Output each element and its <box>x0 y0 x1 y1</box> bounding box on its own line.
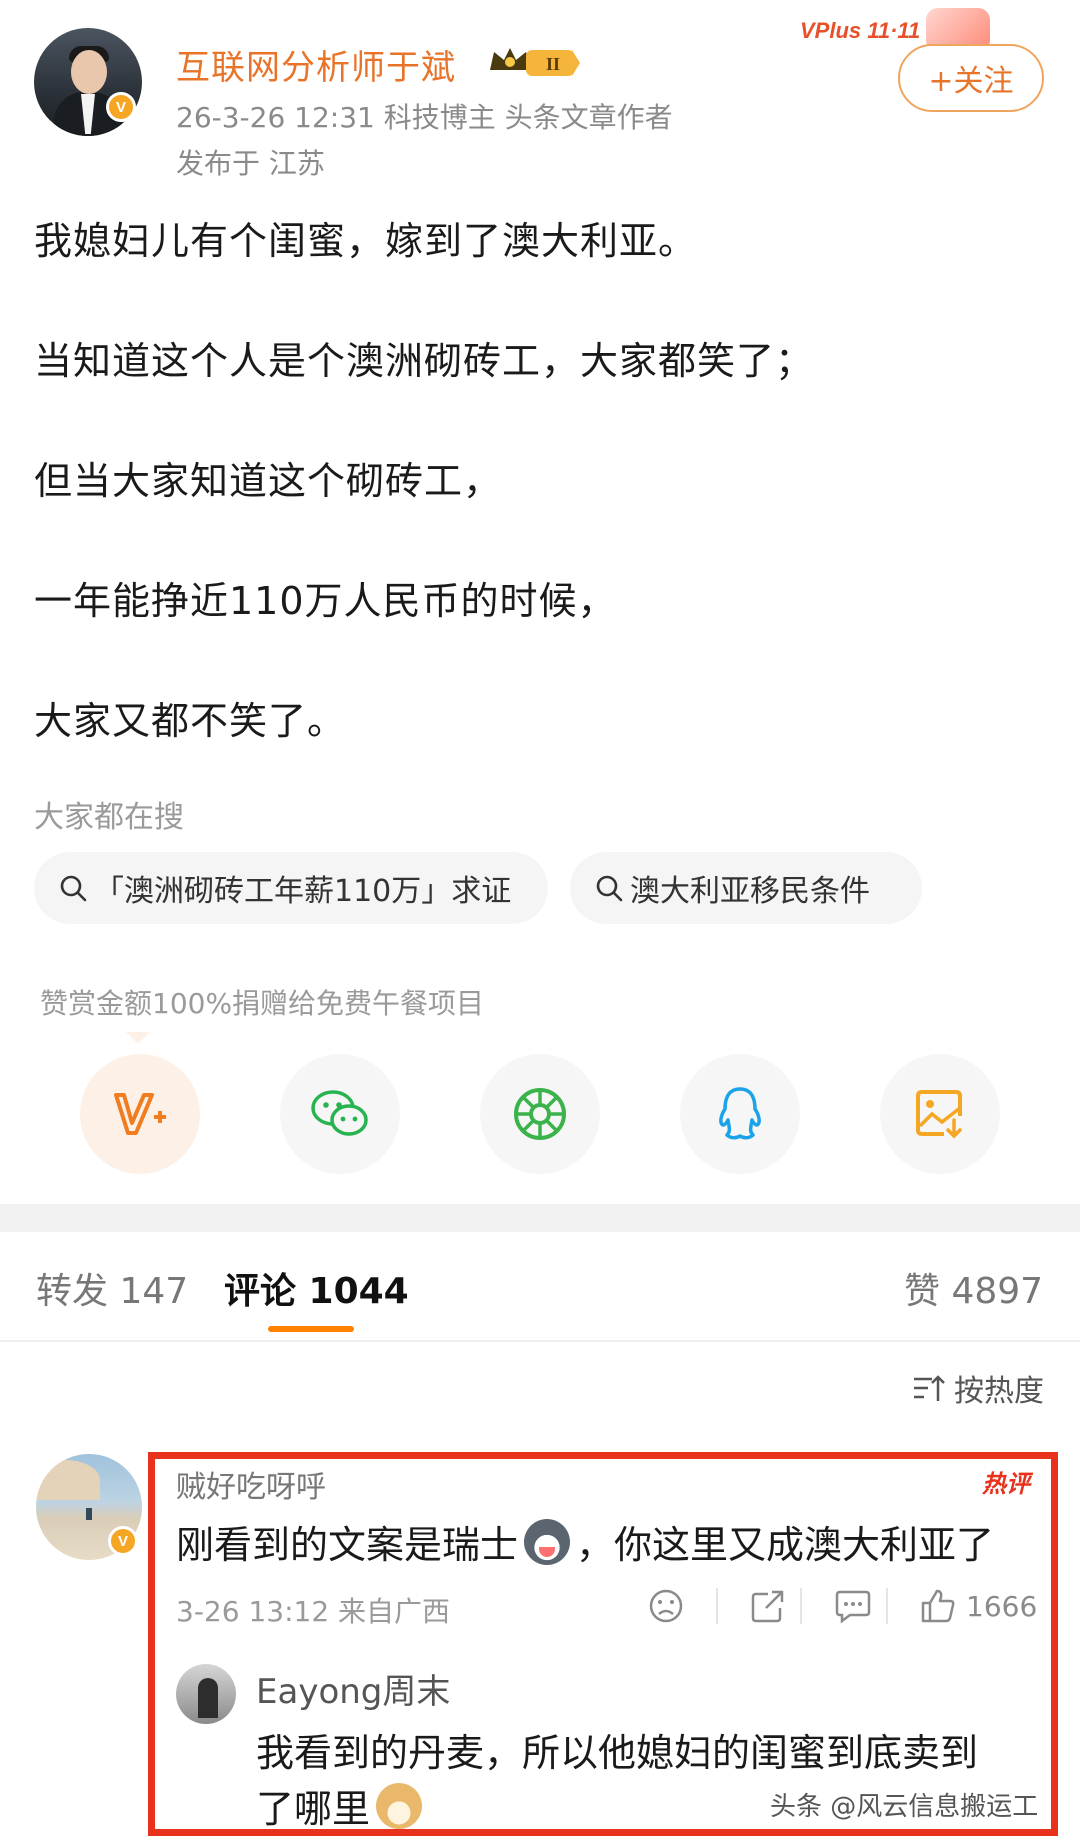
vip-plus-icon <box>114 1093 166 1135</box>
post-text-line: 大家又都不笑了。 <box>34 699 347 743</box>
verified-icon: V <box>108 1526 138 1556</box>
post-text-line: 当知道这个人是个澳洲砌砖工，大家都笑了； <box>34 339 815 383</box>
post-meta: 26-3-26 12:31 科技博主 头条文章作者 <box>176 101 673 134</box>
section-divider <box>0 1204 1080 1232</box>
verified-icon: V <box>106 92 136 122</box>
share-vip-button[interactable] <box>80 1054 200 1174</box>
sort-label: 按热度 <box>954 1374 1044 1409</box>
tab-likes[interactable]: 赞 4897 <box>904 1262 1043 1314</box>
follow-button[interactable]: +关注 <box>898 44 1044 112</box>
author-name[interactable]: 互联网分析师于斌 <box>176 40 456 89</box>
qq-icon <box>719 1087 761 1140</box>
post-text-line: 但当大家知道这个砌砖工， <box>34 459 503 503</box>
level-label: II <box>546 54 560 74</box>
post-text-line: 一年能挣近110万人民币的时候， <box>34 579 617 623</box>
share-qq-button[interactable] <box>680 1054 800 1174</box>
watermark: 头条 @风云信息搬运工 <box>770 1792 1039 1822</box>
tab-repost[interactable]: 转发 147 <box>36 1262 188 1314</box>
crown-level-icon: II <box>490 48 580 76</box>
hot-search-item[interactable]: 澳大利亚移民条件 <box>570 852 922 924</box>
search-icon <box>596 875 623 902</box>
save-image-icon <box>916 1090 962 1139</box>
post-text-line: 我媳妇儿有个闺蜜，嫁到了澳大利亚。 <box>34 219 698 263</box>
post-location: 发布于 江苏 <box>176 147 325 180</box>
moments-icon <box>514 1088 566 1140</box>
tab-divider <box>0 1340 1080 1342</box>
reward-note: 赞赏金额100%捐赠给免费午餐项目 <box>40 987 485 1020</box>
share-save-image-button[interactable] <box>880 1054 1000 1174</box>
sort-icon <box>914 1375 945 1401</box>
vplus-label: VPlus 11·11 <box>800 18 921 43</box>
tab-comments[interactable]: 评论 1044 <box>224 1262 409 1314</box>
active-tab-indicator <box>268 1326 354 1332</box>
sort-by-hot-button[interactable]: 按热度 <box>912 1366 1044 1410</box>
hot-search-title: 大家都在搜 <box>34 800 184 835</box>
share-moments-button[interactable] <box>480 1054 600 1174</box>
wechat-icon <box>311 1090 368 1136</box>
hot-search-item[interactable]: 「澳洲砌砖工年薪110万」求证 <box>34 852 548 924</box>
red-highlight-box <box>148 1452 1058 1836</box>
hot-search-label: 「澳洲砌砖工年薪110万」求证 <box>94 874 512 909</box>
hot-search-label: 澳大利亚移民条件 <box>630 874 870 909</box>
tooltip-notch <box>126 1032 150 1044</box>
search-icon <box>60 875 87 902</box>
share-wechat-button[interactable] <box>280 1054 400 1174</box>
